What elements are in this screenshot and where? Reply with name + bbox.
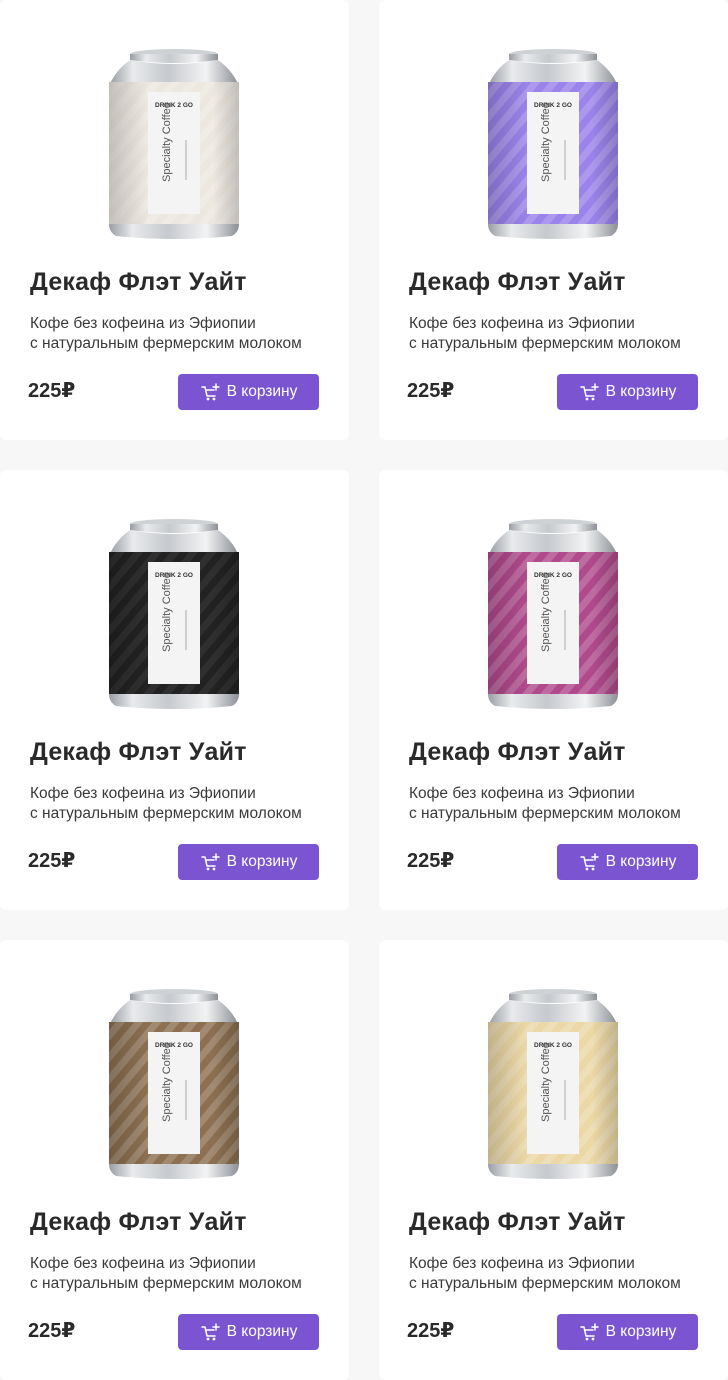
add-to-cart-button[interactable]: В корзину — [557, 374, 698, 410]
product-image[interactable]: DRINK 2 GO Specialty Coffee — [487, 988, 619, 1180]
description-line: с натуральным фермерским молоком — [409, 1275, 681, 1292]
product-title[interactable]: Декаф Флэт Уайт — [409, 268, 626, 297]
svg-text:Specialty Coffee: Specialty Coffee — [540, 1042, 552, 1122]
product-price: 225₽ — [407, 1320, 455, 1342]
product-price: 225₽ — [28, 380, 76, 402]
add-to-cart-button[interactable]: В корзину — [557, 844, 698, 880]
cart-plus-icon — [579, 1322, 599, 1342]
product-card[interactable]: DRINK 2 GO Specialty Coffee Декаф Флэт У… — [379, 0, 728, 440]
product-card[interactable]: DRINK 2 GO Specialty Coffee Декаф Флэт У… — [0, 0, 349, 440]
product-title[interactable]: Декаф Флэт Уайт — [30, 268, 247, 297]
product-image[interactable]: DRINK 2 GO Specialty Coffee — [487, 518, 619, 710]
product-description: Кофе без кофеина из Эфиопии с натуральны… — [30, 784, 330, 824]
cart-plus-icon — [200, 1322, 220, 1342]
product-card[interactable]: DRINK 2 GO Specialty Coffee Декаф Флэт У… — [0, 470, 349, 910]
add-to-cart-button[interactable]: В корзину — [178, 374, 319, 410]
description-line: с натуральным фермерским молоком — [30, 335, 302, 352]
product-title[interactable]: Декаф Флэт Уайт — [409, 738, 626, 767]
svg-text:Specialty Coffee: Specialty Coffee — [161, 1042, 173, 1122]
product-image[interactable]: DRINK 2 GO Specialty Coffee — [108, 48, 240, 240]
svg-text:Specialty Coffee: Specialty Coffee — [161, 102, 173, 182]
cart-plus-icon — [579, 852, 599, 872]
product-image[interactable]: DRINK 2 GO Specialty Coffee — [108, 988, 240, 1180]
product-price: 225₽ — [407, 850, 455, 872]
svg-text:Specialty Coffee: Specialty Coffee — [540, 102, 552, 182]
description-line: Кофе без кофеина из Эфиопии — [409, 785, 635, 802]
product-price: 225₽ — [28, 1320, 76, 1342]
add-to-cart-label: В корзину — [226, 383, 298, 400]
add-to-cart-label: В корзину — [226, 853, 298, 870]
cart-plus-icon — [200, 382, 220, 402]
add-to-cart-label: В корзину — [226, 1323, 298, 1340]
product-image[interactable]: DRINK 2 GO Specialty Coffee — [487, 48, 619, 240]
add-to-cart-label: В корзину — [605, 1323, 677, 1340]
product-card[interactable]: DRINK 2 GO Specialty Coffee Декаф Флэт У… — [379, 470, 728, 910]
cart-plus-icon — [200, 852, 220, 872]
description-line: Кофе без кофеина из Эфиопии — [409, 1255, 635, 1272]
add-to-cart-label: В корзину — [605, 853, 677, 870]
svg-text:Specialty Coffee: Specialty Coffee — [161, 572, 173, 652]
description-line: Кофе без кофеина из Эфиопии — [30, 315, 256, 332]
product-image[interactable]: DRINK 2 GO Specialty Coffee — [108, 518, 240, 710]
description-line: Кофе без кофеина из Эфиопии — [30, 785, 256, 802]
add-to-cart-label: В корзину — [605, 383, 677, 400]
cart-plus-icon — [579, 382, 599, 402]
product-title[interactable]: Декаф Флэт Уайт — [409, 1208, 626, 1237]
description-line: с натуральным фермерским молоком — [409, 805, 681, 822]
description-line: Кофе без кофеина из Эфиопии — [409, 315, 635, 332]
product-price: 225₽ — [28, 850, 76, 872]
product-description: Кофе без кофеина из Эфиопии с натуральны… — [30, 314, 330, 354]
description-line: с натуральным фермерским молоком — [409, 335, 681, 352]
description-line: с натуральным фермерским молоком — [30, 1275, 302, 1292]
product-description: Кофе без кофеина из Эфиопии с натуральны… — [30, 1254, 330, 1294]
description-line: Кофе без кофеина из Эфиопии — [30, 1255, 256, 1272]
add-to-cart-button[interactable]: В корзину — [557, 1314, 698, 1350]
description-line: с натуральным фермерским молоком — [30, 805, 302, 822]
product-card[interactable]: DRINK 2 GO Specialty Coffee Декаф Флэт У… — [0, 940, 349, 1380]
product-grid: DRINK 2 GO Specialty Coffee Декаф Флэт У… — [0, 0, 728, 1380]
product-description: Кофе без кофеина из Эфиопии с натуральны… — [409, 1254, 709, 1294]
svg-text:Specialty Coffee: Specialty Coffee — [540, 572, 552, 652]
product-card[interactable]: DRINK 2 GO Specialty Coffee Декаф Флэт У… — [379, 940, 728, 1380]
add-to-cart-button[interactable]: В корзину — [178, 844, 319, 880]
add-to-cart-button[interactable]: В корзину — [178, 1314, 319, 1350]
product-price: 225₽ — [407, 380, 455, 402]
product-title[interactable]: Декаф Флэт Уайт — [30, 738, 247, 767]
product-title[interactable]: Декаф Флэт Уайт — [30, 1208, 247, 1237]
product-description: Кофе без кофеина из Эфиопии с натуральны… — [409, 784, 709, 824]
product-description: Кофе без кофеина из Эфиопии с натуральны… — [409, 314, 709, 354]
